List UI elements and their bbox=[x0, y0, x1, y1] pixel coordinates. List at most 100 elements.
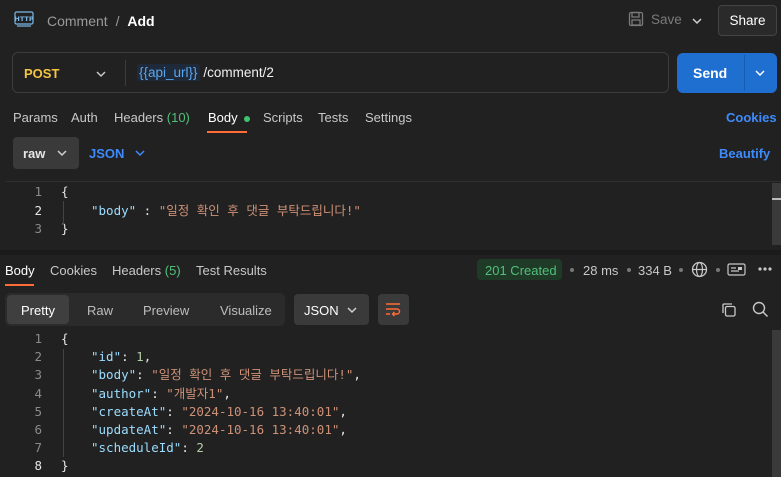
code-open-brace: { bbox=[61, 184, 69, 199]
tab-auth[interactable]: Auth bbox=[71, 110, 98, 125]
status-separator-dot bbox=[627, 268, 631, 272]
line-number: 1 bbox=[34, 331, 42, 346]
wrap-lines-button[interactable] bbox=[378, 294, 409, 325]
code-value: "일정 확인 후 댓글 부탁드립니다!" bbox=[158, 202, 361, 218]
save-options-chevron-icon[interactable] bbox=[691, 16, 703, 26]
code-key: "id" bbox=[91, 349, 122, 365]
tab-body-label: Body bbox=[208, 110, 238, 125]
code-key: "body" bbox=[91, 202, 137, 218]
code-open-brace: { bbox=[61, 331, 69, 346]
line-number: 8 bbox=[34, 458, 42, 474]
view-raw-button[interactable]: Raw bbox=[87, 303, 113, 318]
pane-splitter[interactable] bbox=[0, 250, 781, 255]
save-icon bbox=[628, 11, 644, 27]
code-value: 2 bbox=[196, 440, 204, 456]
url-input[interactable]: {{api_url}} /comment/2 bbox=[137, 64, 274, 81]
response-tab-headers[interactable]: Headers (5) bbox=[112, 263, 181, 278]
body-format-chevron-icon[interactable] bbox=[134, 148, 146, 158]
tab-body-underline bbox=[207, 131, 247, 133]
code-value: "개발자1" bbox=[166, 385, 224, 401]
cookies-link[interactable]: Cookies bbox=[726, 110, 777, 125]
code-key: "scheduleId" bbox=[91, 440, 182, 456]
code-value: "2024-10-16 13:40:01" bbox=[181, 403, 340, 419]
request-editor-scrollbar[interactable] bbox=[772, 183, 781, 245]
method-label: POST bbox=[24, 66, 60, 81]
code-close-brace: } bbox=[61, 458, 69, 474]
line-number: 2 bbox=[34, 202, 42, 218]
url-path: /comment/2 bbox=[199, 65, 274, 80]
status-text: 201 Created bbox=[485, 263, 557, 278]
response-format-label: JSON bbox=[304, 303, 339, 318]
beautify-button[interactable]: Beautify bbox=[719, 146, 770, 161]
response-tab-cookies[interactable]: Cookies bbox=[50, 263, 97, 278]
search-icon[interactable] bbox=[752, 301, 769, 318]
tab-headers-count: (10) bbox=[166, 110, 190, 125]
tab-params[interactable]: Params bbox=[13, 110, 58, 125]
body-format-label: JSON bbox=[89, 146, 125, 161]
share-button[interactable]: Share bbox=[718, 5, 777, 36]
response-body-viewer[interactable]: 1 { 2 "id": 1, 3 "body": "일정 확인 후 댓글 부탁드립니다… bbox=[12, 330, 360, 476]
code-comma: , bbox=[339, 422, 347, 438]
line-number: 7 bbox=[34, 440, 42, 456]
http-request-icon: HTTP bbox=[14, 11, 34, 27]
method-select[interactable]: POST bbox=[24, 66, 59, 81]
status-separator-dot bbox=[679, 268, 683, 272]
save-response-example-icon[interactable] bbox=[727, 262, 746, 277]
indent-guide bbox=[63, 201, 64, 225]
response-tab-headers-label: Headers bbox=[112, 263, 162, 278]
code-value: "일정 확인 후 댓글 부탁드립니다!" bbox=[151, 367, 354, 383]
body-mode-select[interactable]: raw bbox=[13, 137, 79, 169]
more-options-icon[interactable] bbox=[757, 265, 773, 273]
wrap-lines-icon bbox=[386, 303, 401, 317]
line-number: 6 bbox=[34, 422, 42, 438]
tab-headers[interactable]: Headers (10) bbox=[114, 110, 190, 125]
send-options-chevron-icon[interactable] bbox=[754, 68, 766, 78]
tab-headers-label: Headers bbox=[114, 110, 164, 125]
save-label: Save bbox=[651, 11, 682, 27]
copy-icon[interactable] bbox=[721, 302, 737, 318]
tab-body[interactable]: Body bbox=[208, 110, 251, 125]
line-number: 3 bbox=[34, 221, 42, 236]
request-body-editor[interactable]: 1{ 2 "body" : "일정 확인 후 댓글 부탁드립니다!" 3} bbox=[12, 183, 361, 239]
code-colon: : bbox=[136, 202, 159, 218]
status-separator-dot bbox=[716, 268, 720, 272]
save-button[interactable]: Save bbox=[628, 11, 682, 27]
code-colon: : bbox=[181, 440, 197, 456]
globe-icon[interactable] bbox=[691, 261, 708, 278]
svg-text:HTTP: HTTP bbox=[14, 15, 33, 23]
breadcrumb-parent[interactable]: Comment bbox=[47, 13, 108, 29]
code-key: "createAt" bbox=[91, 403, 167, 419]
response-format-select[interactable]: JSON bbox=[294, 294, 369, 325]
line-number: 3 bbox=[34, 367, 42, 383]
send-divider bbox=[744, 55, 745, 91]
url-divider bbox=[125, 60, 126, 86]
tab-settings[interactable]: Settings bbox=[365, 110, 412, 125]
body-format-select[interactable]: JSON bbox=[89, 146, 124, 161]
view-preview-button[interactable]: Preview bbox=[143, 303, 189, 318]
response-format-chevron-icon bbox=[347, 307, 357, 314]
body-modified-dot-icon bbox=[244, 115, 251, 122]
response-tab-test-results[interactable]: Test Results bbox=[196, 263, 267, 278]
response-size[interactable]: 334 B bbox=[638, 263, 672, 278]
breadcrumb-separator: / bbox=[115, 13, 120, 29]
line-number: 4 bbox=[34, 385, 42, 401]
response-time[interactable]: 28 ms bbox=[583, 263, 618, 278]
response-viewer-scrollbar[interactable] bbox=[772, 330, 781, 477]
method-chevron-down-icon[interactable] bbox=[95, 69, 107, 79]
code-comma: , bbox=[143, 349, 152, 365]
body-mode-chevron-icon bbox=[57, 150, 67, 157]
response-tab-headers-count: (5) bbox=[164, 263, 181, 278]
share-label: Share bbox=[729, 13, 766, 28]
tab-scripts[interactable]: Scripts bbox=[263, 110, 303, 125]
view-visualize-button[interactable]: Visualize bbox=[220, 303, 272, 318]
response-tab-body[interactable]: Body bbox=[5, 263, 35, 278]
code-colon: : bbox=[151, 385, 167, 401]
code-key: "author" bbox=[91, 385, 152, 401]
code-colon: : bbox=[136, 367, 152, 383]
tab-tests[interactable]: Tests bbox=[318, 110, 348, 125]
body-mode-label: raw bbox=[23, 146, 46, 161]
line-number: 5 bbox=[34, 403, 42, 419]
response-tab-body-underline bbox=[5, 284, 34, 286]
breadcrumb-current[interactable]: Add bbox=[127, 13, 154, 29]
code-comma: , bbox=[223, 385, 231, 401]
